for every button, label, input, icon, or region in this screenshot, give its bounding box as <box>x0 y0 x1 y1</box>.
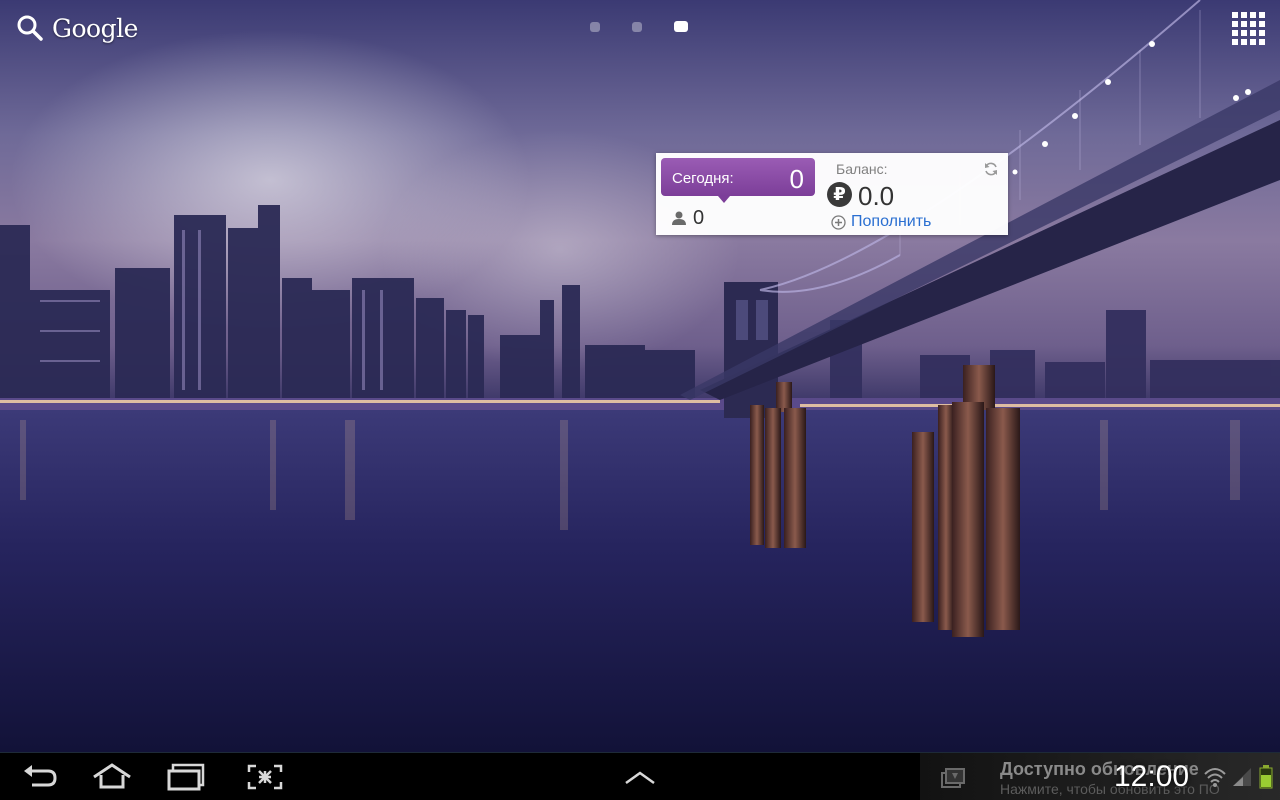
today-counter[interactable]: Сегодня: 0 <box>661 158 815 203</box>
search-icon <box>17 15 43 41</box>
wifi-icon <box>1204 768 1226 787</box>
balance-value: 0.0 <box>858 181 895 211</box>
signal-icon <box>1233 768 1251 786</box>
show-panel-button[interactable] <box>620 763 660 791</box>
contacts-counter[interactable]: 0 <box>671 208 704 228</box>
home-page-indicator <box>590 21 688 32</box>
chevron-up-icon <box>625 771 655 785</box>
today-label: Сегодня: <box>672 170 734 187</box>
apps-grid-button[interactable] <box>1231 11 1265 45</box>
page-dot-2[interactable] <box>632 21 642 32</box>
person-icon <box>672 211 686 225</box>
screenshot-button[interactable] <box>245 763 285 791</box>
recent-apps-icon <box>167 763 205 791</box>
topup-link[interactable]: Пополнить <box>831 214 931 230</box>
refresh-icon[interactable] <box>983 161 999 177</box>
recent-apps-button[interactable] <box>167 763 207 791</box>
plus-circle-icon <box>831 214 846 230</box>
home-button[interactable] <box>92 763 132 791</box>
today-value: 0 <box>789 164 804 194</box>
battery-icon <box>1259 765 1273 789</box>
ruble-icon: ₽ <box>827 182 852 207</box>
page-dot-3-active[interactable] <box>674 21 688 32</box>
google-search-label: Google <box>52 13 138 43</box>
home-icon <box>93 763 131 789</box>
balance-widget[interactable]: Сегодня: 0 0 Баланс: ₽ 0.0 Пополнить <box>656 153 1008 235</box>
screenshot-icon <box>247 764 283 790</box>
back-icon <box>24 765 57 787</box>
update-icon <box>941 768 965 788</box>
back-button[interactable] <box>20 763 60 791</box>
system-bar: Доступно обновление Нажмите, чтобы обнов… <box>0 752 1280 800</box>
clock[interactable]: 12:00 <box>1114 761 1189 793</box>
wallpaper <box>0 0 1280 752</box>
contacts-count: 0 <box>693 207 705 229</box>
page-dot-1[interactable] <box>590 21 600 32</box>
balance-label: Баланс: <box>836 161 888 177</box>
wallpaper-city-bridge-image <box>0 0 1280 752</box>
topup-label: Пополнить <box>851 213 932 230</box>
google-search-bar[interactable]: Google <box>16 12 138 44</box>
apps-grid-icon <box>1232 12 1265 45</box>
